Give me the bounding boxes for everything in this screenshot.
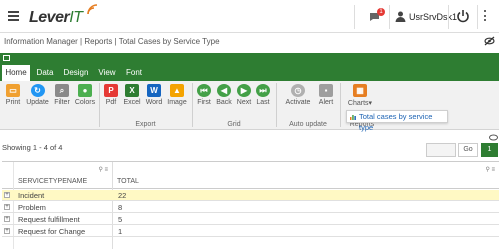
- record-count: Showing 1 - 4 of 4: [2, 143, 63, 152]
- refresh-icon: ↻: [30, 84, 45, 97]
- filter-icon: ⌕: [55, 84, 69, 97]
- logo: LeverIT: [29, 9, 83, 26]
- next-icon: ▶: [237, 84, 251, 97]
- first-icon: ⏮: [197, 84, 211, 97]
- expand-icon[interactable]: +: [4, 216, 10, 222]
- column-search-icon[interactable]: ⚲ ≡: [98, 166, 108, 173]
- palette-icon: ●: [78, 84, 92, 97]
- alert-button[interactable]: ▪ Alert: [316, 84, 336, 106]
- tab-home[interactable]: Home: [2, 65, 30, 81]
- go-button[interactable]: Go: [458, 143, 478, 157]
- column-header-servicetypename[interactable]: SERVICETYPENAME ⚲ ≡: [14, 162, 112, 189]
- tab-view[interactable]: View: [95, 65, 119, 81]
- word-button[interactable]: W Word: [145, 84, 163, 106]
- breadcrumb: Information Manager | Reports | Total Ca…: [4, 37, 220, 46]
- tab-design[interactable]: Design: [61, 65, 91, 81]
- activate-button[interactable]: ◷ Activate: [284, 84, 312, 106]
- excel-button[interactable]: X Excel: [122, 84, 142, 106]
- top-bar: LeverIT 1 UsrSrvDsk1: [0, 0, 499, 33]
- last-page-button[interactable]: ⏭ Last: [255, 84, 271, 106]
- group-label-grid: Grid: [227, 121, 241, 128]
- eye-off-icon[interactable]: [484, 36, 495, 46]
- tab-font[interactable]: Font: [122, 65, 146, 81]
- clock-icon: ◷: [291, 84, 305, 97]
- back-icon: ◀: [217, 84, 231, 97]
- table-row[interactable]: + Request fulfillment 5: [2, 214, 499, 225]
- group-label-auto-update: Auto update: [289, 121, 327, 128]
- notification-badge: 1: [377, 8, 385, 16]
- alert-icon: ▪: [319, 84, 333, 97]
- current-page-button[interactable]: 1: [481, 143, 498, 157]
- data-grid: SERVICETYPENAME ⚲ ≡ TOTAL ⚲ ≡ + Incident…: [2, 161, 499, 249]
- table-row[interactable]: + Request for Change 1: [2, 226, 499, 237]
- user-name[interactable]: UsrSrvDsk1: [409, 12, 457, 22]
- grid-header: SERVICETYPENAME ⚲ ≡ TOTAL ⚲ ≡: [2, 162, 499, 189]
- power-icon[interactable]: [456, 9, 470, 23]
- charts-dropdown-item[interactable]: Total cases by service type: [346, 110, 448, 132]
- back-button[interactable]: ◀ Back: [215, 84, 233, 106]
- image-button[interactable]: ▲ Image: [166, 84, 188, 106]
- pdf-button[interactable]: P Pdf: [103, 84, 119, 106]
- column-header-total[interactable]: TOTAL ⚲ ≡: [113, 162, 499, 189]
- more-options-icon[interactable]: [484, 10, 487, 23]
- charts-icon: ▦: [353, 84, 367, 97]
- update-button[interactable]: ↻ Update: [25, 84, 50, 106]
- filter-button[interactable]: ⌕ Filter: [52, 84, 72, 106]
- window-menu-icon[interactable]: [3, 55, 10, 61]
- colors-button[interactable]: ● Colors: [74, 84, 96, 106]
- table-row[interactable]: + Problem 8: [2, 202, 499, 213]
- next-button[interactable]: ▶ Next: [235, 84, 253, 106]
- expand-icon[interactable]: +: [4, 228, 10, 234]
- expand-icon[interactable]: +: [4, 192, 10, 198]
- window-bar: [0, 53, 499, 65]
- excel-icon: X: [125, 84, 139, 97]
- group-label-export: Export: [135, 121, 156, 128]
- toggle-view-icon[interactable]: [489, 134, 498, 141]
- pdf-icon: P: [104, 84, 118, 97]
- image-icon: ▲: [170, 84, 184, 97]
- hamburger-menu-icon[interactable]: [8, 11, 19, 21]
- print-icon: ▭: [6, 84, 20, 97]
- charts-button[interactable]: ▦ Charts▾: [346, 84, 374, 107]
- print-button[interactable]: ▭ Print: [3, 84, 23, 106]
- menu-tabs: Home Data Design View Font: [0, 65, 499, 81]
- logo-signal-icon: [87, 4, 98, 15]
- table-row[interactable]: + Incident 22: [2, 190, 499, 201]
- first-page-button[interactable]: ⏮ First: [195, 84, 213, 106]
- column-search-icon[interactable]: ⚲ ≡: [485, 166, 495, 173]
- expand-icon[interactable]: +: [4, 204, 10, 210]
- chart-item-icon: [350, 115, 356, 120]
- page-input[interactable]: [426, 143, 456, 157]
- tab-data[interactable]: Data: [33, 65, 57, 81]
- last-icon: ⏭: [256, 84, 270, 97]
- user-icon[interactable]: [395, 11, 406, 22]
- word-icon: W: [147, 84, 161, 97]
